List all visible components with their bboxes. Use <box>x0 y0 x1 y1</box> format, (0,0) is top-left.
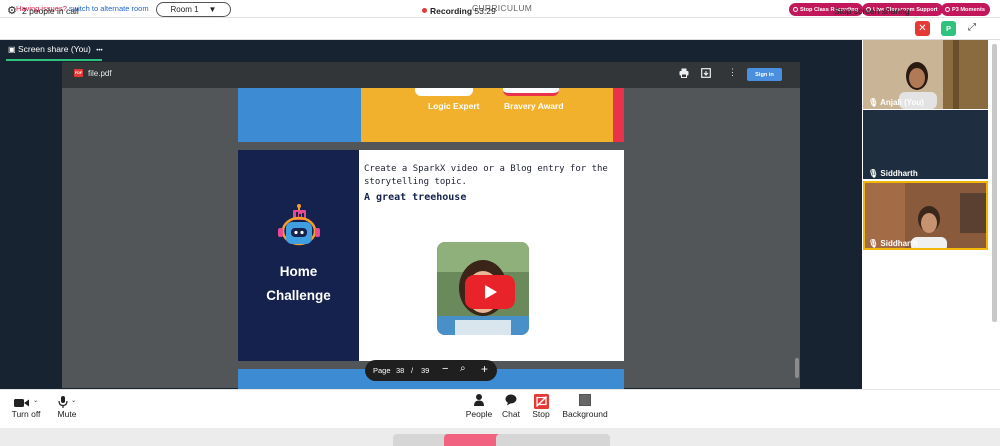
zoom-fit-icon[interactable]: ⌕ <box>460 363 466 374</box>
mic-small-icon: 🎙 <box>868 239 879 248</box>
download-icon[interactable] <box>701 68 711 80</box>
pdf-scrollbar[interactable] <box>795 358 799 378</box>
print-icon[interactable] <box>679 68 689 80</box>
recording-time: 53:29 <box>474 6 496 16</box>
gear-icon[interactable]: ⚙ <box>7 4 17 17</box>
slide-prev-blue-panel <box>238 88 361 142</box>
slide-heading-line2: Challenge <box>266 288 331 303</box>
stop-share-button[interactable]: Stop <box>530 394 552 419</box>
mic-small-icon: 🎙 <box>868 98 879 107</box>
more-horiz-icon: ••• <box>96 48 103 54</box>
stop-screen-sharing-label[interactable]: Stop screen sharing <box>834 6 910 16</box>
zoom-in-icon[interactable]: + <box>481 362 488 376</box>
badge-bravery-award: Bravery Award <box>504 101 564 111</box>
mic-small-icon: 🎙 <box>868 169 879 178</box>
slide-prev-yellow-panel <box>361 88 613 142</box>
mic-label: Mute <box>57 409 77 419</box>
slide-prompt: Create a SparkX video or a Blog entry fo… <box>364 164 608 187</box>
chat-label: Chat <box>502 409 520 419</box>
page-separator: / <box>411 366 414 375</box>
call-header <box>0 18 1000 40</box>
stop-label: Stop <box>532 409 550 419</box>
page-label: Page <box>373 366 391 375</box>
page-current-input[interactable]: 38 <box>396 366 404 375</box>
participants-scrollbar[interactable] <box>992 44 997 322</box>
pdf-file-icon: PDF <box>74 69 83 77</box>
recording-status: Recording 53:29 <box>422 6 496 16</box>
robot-icon <box>274 204 324 255</box>
more-vert-icon[interactable]: ⋮ <box>728 67 737 78</box>
pdf-filename: file.pdf <box>88 69 112 78</box>
bravery-badge-icon <box>503 88 559 96</box>
slide-heading: Home Challenge <box>238 260 359 308</box>
expand-icon[interactable]: ⤢ <box>968 22 976 33</box>
chat-button[interactable]: Chat <box>500 394 522 419</box>
people-label: People <box>465 409 493 419</box>
background-label: Background <box>562 409 608 419</box>
room-label: Room 1 <box>170 5 199 14</box>
pdf-toolbar <box>62 62 800 88</box>
close-icon[interactable]: ✕ <box>915 21 930 36</box>
p3-moments-button[interactable]: P3 Moments <box>941 3 990 16</box>
camera-toggle[interactable]: ⌄ Turn off <box>10 394 42 419</box>
active-tab-indicator <box>6 59 102 61</box>
people-count: 2 people in call <box>22 6 79 16</box>
background-button[interactable]: Background <box>560 394 610 419</box>
people-icon <box>465 394 493 409</box>
camera-label: Turn off <box>11 409 41 419</box>
slide-left-panel <box>238 150 359 361</box>
people-button[interactable]: People <box>465 394 493 419</box>
logic-badge-icon <box>415 88 473 96</box>
slide-heading-line1: Home <box>279 264 318 279</box>
dock-button-settings[interactable] <box>548 434 610 446</box>
avatar[interactable]: P <box>941 21 956 36</box>
page-total: 39 <box>421 366 430 375</box>
chat-icon <box>500 394 522 409</box>
camera-icon: ⌄ <box>10 394 42 409</box>
slide-prev-red-edge <box>613 88 624 142</box>
stop-share-icon <box>530 394 552 409</box>
chevron-down-icon: ▼ <box>208 5 217 14</box>
mic-icon: ⌄ <box>55 394 79 409</box>
participant-name: 🎙 Anjali (You) <box>868 98 924 107</box>
badge-logic-expert: Logic Expert <box>428 101 480 111</box>
play-icon[interactable] <box>465 275 515 309</box>
alternate-room-link[interactable]: switch to alternate room <box>69 4 149 13</box>
tab-screen-share[interactable]: ▣ Screen share (You) ••• <box>8 44 103 54</box>
slide-topic: A great treehouse <box>364 192 467 203</box>
page-navigator: Page 38 / 39 − ⌕ + <box>365 360 497 381</box>
sign-in-button[interactable]: Sign in <box>747 68 782 81</box>
participant-name: 🎙 Siddharth <box>868 169 918 178</box>
room-select[interactable]: Room 1 ▼ <box>156 2 231 17</box>
participant-name: 🎙 Siddharth <box>868 239 918 248</box>
zoom-out-icon[interactable]: − <box>442 363 448 375</box>
mic-toggle[interactable]: ⌄ Mute <box>55 394 79 419</box>
background-icon <box>560 394 610 409</box>
